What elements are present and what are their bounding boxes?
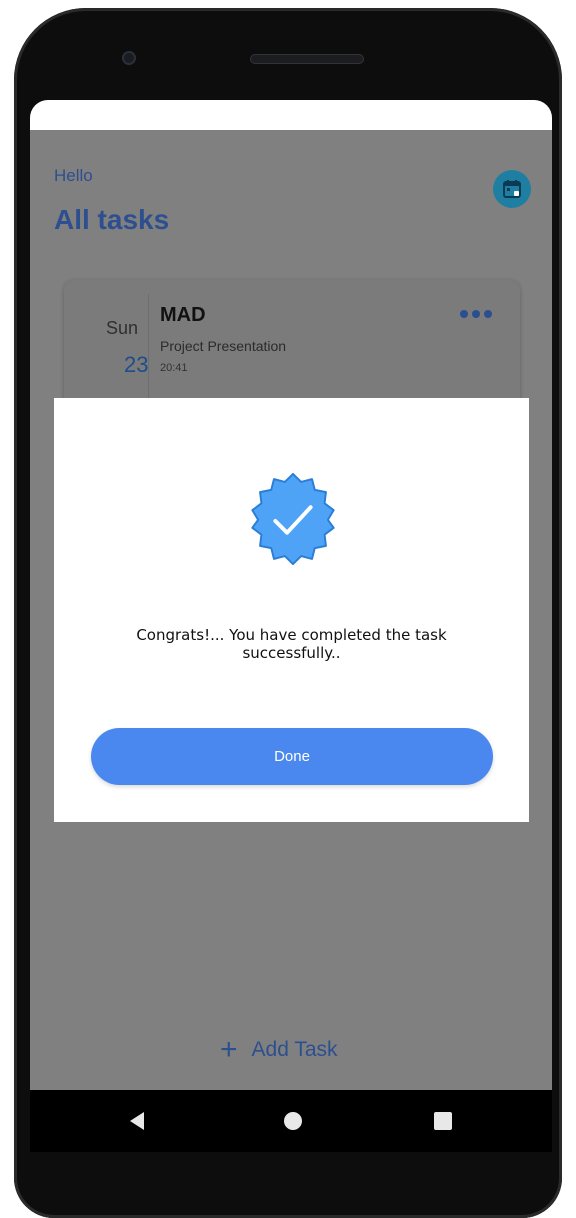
dialog-message: Congrats!... You have completed the task… (54, 626, 529, 662)
task-day: Sun (106, 318, 139, 338)
phone-frame: Hello All tasks Sun 23 MAD Project Prese… (0, 0, 576, 1218)
menu-dot (484, 310, 492, 318)
menu-dot (460, 310, 468, 318)
page-title: All tasks (54, 204, 170, 235)
earpiece-speaker (250, 54, 364, 64)
done-button[interactable]: Done (91, 728, 493, 785)
more-options-icon[interactable] (460, 306, 500, 322)
recents-icon[interactable] (434, 1112, 452, 1130)
menu-dot (472, 310, 480, 318)
back-icon[interactable] (130, 1112, 144, 1130)
plus-icon: + (220, 1033, 238, 1066)
verified-badge-icon (251, 472, 335, 566)
greeting-text: Hello (54, 166, 93, 185)
android-nav-bar (30, 1090, 552, 1152)
front-camera (122, 51, 136, 65)
task-date: 23 (124, 352, 149, 377)
dialog-message-line: successfully.. (242, 644, 341, 662)
success-dialog: Congrats!... You have completed the task… (54, 398, 529, 822)
dialog-message-line: Congrats!... You have completed the task (136, 626, 447, 644)
task-description: Project Presentation (160, 338, 287, 354)
task-title: MAD (160, 304, 206, 326)
home-icon[interactable] (284, 1112, 302, 1130)
add-task-button[interactable]: + Add Task (220, 1032, 338, 1068)
add-task-label: Add Task (251, 1038, 338, 1061)
task-time: 20:41 (160, 362, 188, 374)
calendar-icon (503, 180, 521, 198)
calendar-button[interactable] (493, 170, 531, 208)
status-bar (30, 100, 552, 130)
